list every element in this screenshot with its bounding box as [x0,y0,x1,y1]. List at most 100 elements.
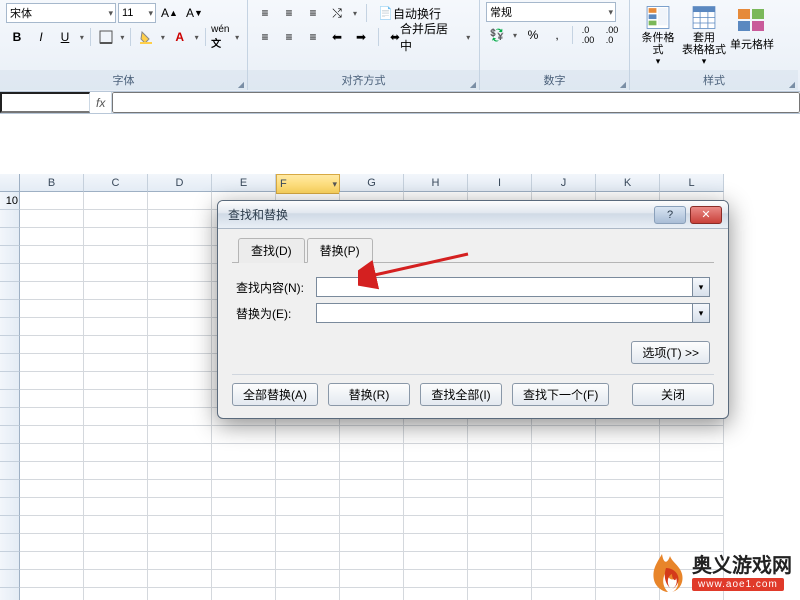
cell-B11[interactable] [20,354,84,372]
name-box[interactable] [0,92,90,113]
cell-E22[interactable] [212,552,276,570]
cell-H16[interactable] [404,444,468,462]
row-header-14[interactable] [0,408,20,426]
close-button[interactable]: 关闭 [632,383,714,406]
cell-H20[interactable] [404,516,468,534]
cell-B6[interactable] [20,264,84,282]
cell-I22[interactable] [468,552,532,570]
cell-H21[interactable] [404,534,468,552]
cell-B17[interactable] [20,462,84,480]
fill-color-dropdown[interactable]: ▾ [159,26,167,48]
dialog-titlebar[interactable]: 查找和替换 ? ✕ [218,201,728,229]
row-header-24[interactable] [0,588,20,600]
cell-J20[interactable] [532,516,596,534]
row-header-18[interactable] [0,480,20,498]
cell-H19[interactable] [404,498,468,516]
cell-G20[interactable] [340,516,404,534]
cell-D6[interactable] [148,264,212,282]
cell-L15[interactable] [660,426,724,444]
row-header-23[interactable] [0,570,20,588]
cell-J15[interactable] [532,426,596,444]
cell-B24[interactable] [20,588,84,600]
cell-C7[interactable] [84,282,148,300]
cell-C6[interactable] [84,264,148,282]
cell-C5[interactable] [84,246,148,264]
cell-J16[interactable] [532,444,596,462]
cell-B14[interactable] [20,408,84,426]
cell-C12[interactable] [84,372,148,390]
bold-button[interactable]: B [6,26,28,48]
tab-replace[interactable]: 替换(P) [307,238,373,263]
cell-C2[interactable] [84,192,148,210]
cell-G19[interactable] [340,498,404,516]
cell-C13[interactable] [84,390,148,408]
cell-G23[interactable] [340,570,404,588]
row-header-22[interactable] [0,552,20,570]
cell-D19[interactable] [148,498,212,516]
col-header-B[interactable]: B [20,174,84,192]
cell-I16[interactable] [468,444,532,462]
indent-decrease-button[interactable]: ⬅ [326,26,348,48]
cell-C10[interactable] [84,336,148,354]
cell-C11[interactable] [84,354,148,372]
dialog-help-button[interactable]: ? [654,206,686,224]
cell-B22[interactable] [20,552,84,570]
cell-B12[interactable] [20,372,84,390]
col-header-F[interactable]: F [276,174,340,194]
cell-F19[interactable] [276,498,340,516]
row-header-16[interactable] [0,444,20,462]
cell-E16[interactable] [212,444,276,462]
cell-E23[interactable] [212,570,276,588]
align-bottom-button[interactable]: ≡ [302,2,324,24]
cell-D24[interactable] [148,588,212,600]
fill-color-button[interactable] [135,26,157,48]
cell-G18[interactable] [340,480,404,498]
cell-F24[interactable] [276,588,340,600]
cell-G15[interactable] [340,426,404,444]
font-color-dropdown[interactable]: ▾ [193,26,201,48]
col-header-H[interactable]: H [404,174,468,192]
cell-C24[interactable] [84,588,148,600]
row-header-15[interactable] [0,426,20,444]
cell-L17[interactable] [660,462,724,480]
font-size-select[interactable]: 11 [118,3,156,23]
cell-E20[interactable] [212,516,276,534]
cell-G21[interactable] [340,534,404,552]
cell-B18[interactable] [20,480,84,498]
decrease-decimal-button[interactable]: .00.0 [601,24,623,46]
cell-G16[interactable] [340,444,404,462]
cell-B16[interactable] [20,444,84,462]
cell-B13[interactable] [20,390,84,408]
cell-C3[interactable] [84,210,148,228]
cell-L20[interactable] [660,516,724,534]
replace-with-input[interactable] [316,303,692,323]
cell-F18[interactable] [276,480,340,498]
cell-J24[interactable] [532,588,596,600]
col-header-L[interactable]: L [660,174,724,192]
cell-F23[interactable] [276,570,340,588]
row-header-5[interactable] [0,246,20,264]
cell-G17[interactable] [340,462,404,480]
cell-L18[interactable] [660,480,724,498]
cell-C20[interactable] [84,516,148,534]
cell-J21[interactable] [532,534,596,552]
cell-I17[interactable] [468,462,532,480]
cell-H18[interactable] [404,480,468,498]
cell-I20[interactable] [468,516,532,534]
percent-button[interactable]: % [522,24,544,46]
cell-C22[interactable] [84,552,148,570]
cell-J22[interactable] [532,552,596,570]
cell-D13[interactable] [148,390,212,408]
cell-D16[interactable] [148,444,212,462]
cell-K18[interactable] [596,480,660,498]
options-button[interactable]: 选项(T) >> [631,341,710,364]
cell-E17[interactable] [212,462,276,480]
row-header-13[interactable] [0,390,20,408]
cell-C14[interactable] [84,408,148,426]
cell-K15[interactable] [596,426,660,444]
col-header-K[interactable]: K [596,174,660,192]
cell-D14[interactable] [148,408,212,426]
cell-J18[interactable] [532,480,596,498]
find-next-button[interactable]: 查找下一个(F) [512,383,609,406]
indent-increase-button[interactable]: ➡ [350,26,372,48]
